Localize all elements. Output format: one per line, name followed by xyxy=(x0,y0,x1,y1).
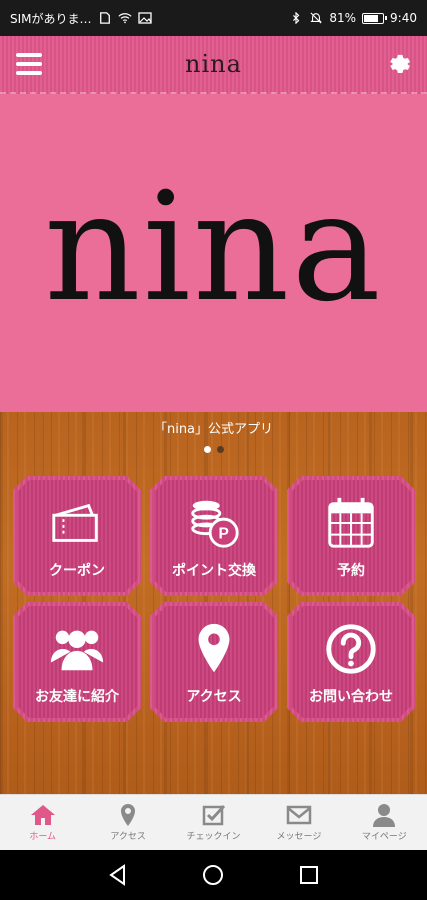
image-icon xyxy=(137,12,152,24)
calendar-icon xyxy=(322,494,380,552)
tab-message[interactable]: メッセージ xyxy=(256,795,341,850)
point-exchange-label: ポイント交換 xyxy=(172,563,256,579)
menu-area: 「nina」公式アプリ クーポン P ポイント交換 予約 お友達に紹介 アクセス… xyxy=(0,412,427,794)
carousel-dots xyxy=(0,446,427,453)
reservation-label: 予約 xyxy=(337,563,365,579)
tab-checkin[interactable]: チェックイン xyxy=(171,795,256,850)
tab-mypage-label: マイページ xyxy=(361,832,407,842)
person-icon xyxy=(373,804,396,827)
tab-mypage[interactable]: マイページ xyxy=(342,795,427,850)
carousel-dot[interactable] xyxy=(216,446,224,453)
contact-label: お問い合わせ xyxy=(309,689,393,705)
home-icon xyxy=(30,805,55,825)
back-icon[interactable] xyxy=(106,863,130,887)
contact-button[interactable]: お問い合わせ xyxy=(287,602,415,722)
point-exchange-button[interactable]: P ポイント交換 xyxy=(150,476,278,596)
reservation-button[interactable]: 予約 xyxy=(287,476,415,596)
clock: 9:40 xyxy=(390,11,417,25)
refer-friend-label: お友達に紹介 xyxy=(35,689,119,705)
access-button[interactable]: アクセス xyxy=(150,602,278,722)
ticket-icon xyxy=(48,494,106,552)
carousel-dot-active[interactable] xyxy=(203,446,211,453)
wifi-icon xyxy=(117,13,132,24)
mail-icon xyxy=(286,805,312,825)
mute-bell-icon xyxy=(310,12,323,24)
bluetooth-icon xyxy=(293,12,300,24)
tab-access-label: アクセス xyxy=(110,832,146,842)
carrier-text: SIMがありま… xyxy=(10,11,92,26)
tab-home-label: ホーム xyxy=(29,832,57,842)
hero-logo: nina xyxy=(44,161,383,335)
recents-icon[interactable] xyxy=(297,863,321,887)
tab-home[interactable]: ホーム xyxy=(0,795,85,850)
gear-icon[interactable] xyxy=(385,50,413,78)
coupon-button[interactable]: クーポン xyxy=(13,476,141,596)
refer-friend-button[interactable]: お友達に紹介 xyxy=(13,602,141,722)
hamburger-menu-icon[interactable] xyxy=(16,53,42,75)
tab-message-label: メッセージ xyxy=(276,832,322,842)
bottom-tab-bar: ホーム アクセス チェックイン メッセージ マイページ xyxy=(0,794,427,850)
coupon-label: クーポン xyxy=(49,563,105,579)
tab-access[interactable]: アクセス xyxy=(85,795,170,850)
friends-icon xyxy=(48,620,106,678)
sim-card-icon xyxy=(99,12,110,24)
svg-text:P: P xyxy=(219,525,229,542)
map-pin-icon xyxy=(121,804,136,826)
tab-checkin-label: チェックイン xyxy=(186,832,241,842)
status-bar: SIMがありま… 81% 9:40 xyxy=(0,0,427,36)
access-label: アクセス xyxy=(186,689,242,705)
checkbox-icon xyxy=(202,804,225,826)
app-header: nina xyxy=(0,36,427,94)
map-pin-icon xyxy=(185,620,243,678)
coins-point-icon: P xyxy=(185,494,243,552)
home-circle-icon[interactable] xyxy=(201,863,225,887)
carousel-caption: 「nina」公式アプリ xyxy=(153,422,274,437)
question-icon xyxy=(322,620,380,678)
battery-percent: 81% xyxy=(329,11,357,25)
hero-banner[interactable]: nina xyxy=(0,94,427,412)
app-title: nina xyxy=(185,50,242,78)
system-nav-bar xyxy=(0,850,427,900)
battery-icon xyxy=(362,12,388,24)
